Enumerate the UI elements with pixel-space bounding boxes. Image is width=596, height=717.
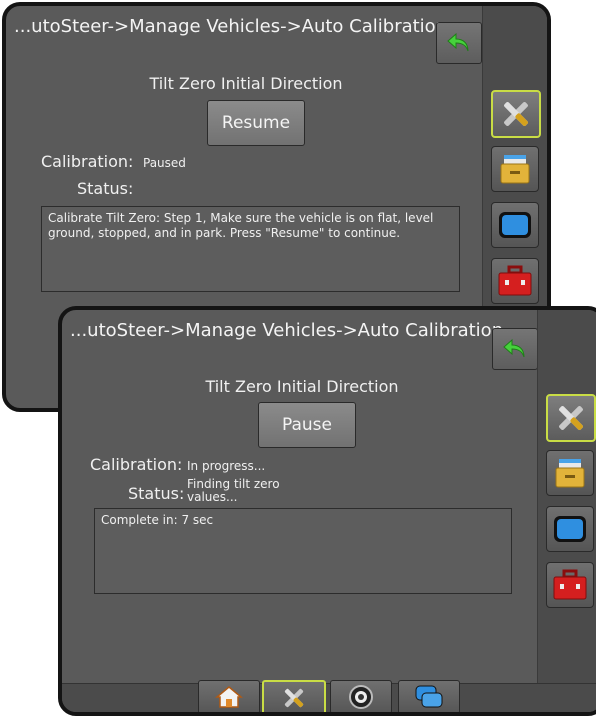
nav-gauge-button[interactable] <box>330 680 392 712</box>
status-label: Status: <box>128 484 185 503</box>
pause-button[interactable]: Pause <box>258 402 356 448</box>
screen-icon <box>554 516 586 542</box>
calibration-value: In progress... <box>187 459 266 473</box>
toolbox-icon <box>553 569 587 600</box>
gauge-icon <box>349 685 373 709</box>
display-icon <box>415 685 443 708</box>
back-button[interactable] <box>436 22 482 64</box>
file-drawer-icon <box>555 459 585 488</box>
nav-display-button[interactable] <box>398 680 460 712</box>
sidebar-toolbox-button[interactable] <box>546 562 594 608</box>
screen-icon <box>499 212 531 238</box>
resume-button[interactable]: Resume <box>207 100 305 146</box>
sidebar-toolbox-button[interactable] <box>491 258 539 304</box>
calibration-label: Calibration: <box>90 455 183 474</box>
tools-icon <box>559 406 583 430</box>
calibration-label: Calibration: <box>41 152 134 171</box>
tools-icon <box>504 102 528 126</box>
nav-tools-button[interactable] <box>262 680 326 712</box>
sidebar-tools-button[interactable] <box>546 394 596 442</box>
calibration-heading: Tilt Zero Initial Direction <box>205 377 399 396</box>
sidebar-tools-button[interactable] <box>491 90 541 138</box>
sidebar-display-button[interactable] <box>491 202 539 248</box>
breadcrumb-title: ...utoSteer->Manage Vehicles->Auto Calib… <box>70 320 504 341</box>
breadcrumb-title: ...utoSteer->Manage Vehicles->Auto Calib… <box>14 16 448 37</box>
home-icon <box>215 686 243 708</box>
back-arrow-icon <box>503 338 525 358</box>
calibration-value: Paused <box>143 156 186 170</box>
sidebar-display-button[interactable] <box>546 506 594 552</box>
back-arrow-icon <box>447 32 469 52</box>
tools-icon <box>284 688 304 708</box>
message-box: Calibrate Tilt Zero: Step 1, Make sure t… <box>41 206 460 292</box>
sidebar-data-button[interactable] <box>491 146 539 192</box>
back-button[interactable] <box>492 328 538 370</box>
message-box: Complete in: 7 sec <box>94 508 512 594</box>
status-label: Status: <box>77 179 134 198</box>
sidebar-data-button[interactable] <box>546 450 594 496</box>
nav-home-button[interactable] <box>198 680 260 712</box>
status-value: Finding tilt zero values... <box>187 477 280 504</box>
bottom-nav-bar <box>62 680 596 712</box>
file-drawer-icon <box>500 155 530 184</box>
sidebar <box>537 310 596 712</box>
front-screen: ...utoSteer->Manage Vehicles->Auto Calib… <box>58 306 596 716</box>
calibration-heading: Tilt Zero Initial Direction <box>149 74 343 93</box>
toolbox-icon <box>498 265 532 296</box>
